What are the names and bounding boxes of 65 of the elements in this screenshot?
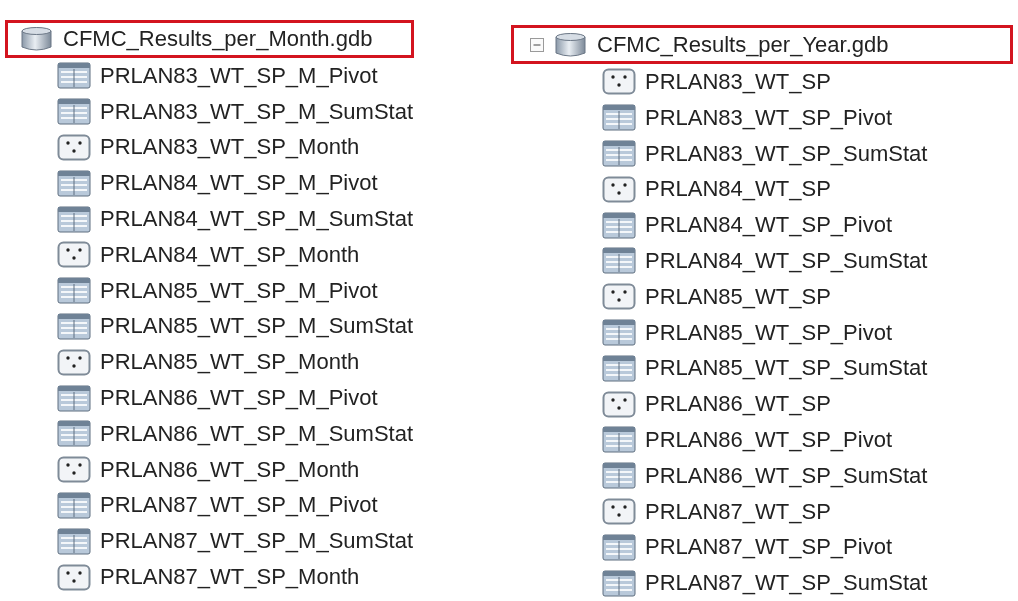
tree-item[interactable]: PRLAN83_WT_SP_Pivot [645,104,892,131]
tree-item[interactable]: PRLAN86_WT_SP [645,391,831,418]
table-icon [57,62,91,90]
points-icon [602,68,636,96]
points-icon [602,283,636,311]
tree-item[interactable]: PRLAN85_WT_SP_SumStat [645,355,928,382]
table-icon [602,211,636,239]
points-icon [602,175,636,203]
table-icon [57,420,91,448]
table-icon [57,277,91,305]
points-icon [57,348,91,376]
table-icon [57,491,91,519]
tree-item[interactable]: PRLAN84_WT_SP [645,176,831,203]
tree-item[interactable]: PRLAN86_WT_SP_SumStat [645,462,928,489]
tree-item[interactable]: PRLAN87_WT_SP_SumStat [645,570,928,597]
table-icon [602,462,636,490]
tree-item[interactable]: PRLAN84_WT_SP_M_SumStat [100,206,414,233]
tree-item[interactable]: PRLAN84_WT_SP_Month [100,241,360,268]
database-icon [554,31,587,58]
tree-item[interactable]: PRLAN87_WT_SP_M_SumStat [100,528,414,555]
tree-item[interactable]: PRLAN87_WT_SP_Month [100,564,360,591]
table-icon [57,169,91,197]
tree-item[interactable]: PRLAN85_WT_SP_Pivot [645,319,892,346]
tree-item[interactable]: PRLAN87_WT_SP [645,498,831,525]
table-icon [57,527,91,555]
points-icon [57,563,91,591]
tree-item[interactable]: PRLAN83_WT_SP [645,68,831,95]
tree-item[interactable]: PRLAN86_WT_SP_Pivot [645,426,892,453]
points-icon [57,134,91,161]
tree-item[interactable]: PRLAN85_WT_SP_Month [100,349,360,376]
tree-item[interactable]: PRLAN84_WT_SP_M_Pivot [100,170,378,197]
tree-item[interactable]: PRLAN84_WT_SP_SumStat [645,247,928,274]
table-icon [57,312,91,340]
table-icon [602,104,636,132]
tree-item[interactable]: PRLAN83_WT_SP_M_Pivot [100,62,378,89]
tree-item[interactable]: PRLAN83_WT_SP_M_SumStat [100,98,414,125]
table-icon [602,140,636,168]
points-icon [602,390,636,418]
tree-item[interactable]: PRLAN85_WT_SP [645,283,831,310]
table-icon [602,247,636,275]
table-icon [57,98,91,126]
tree-item[interactable]: PRLAN84_WT_SP_Pivot [645,212,892,239]
database-icon [20,26,53,52]
collapse-icon[interactable] [530,37,544,52]
tree-item[interactable]: PRLAN86_WT_SP_Month [100,456,360,483]
tree-item[interactable]: PRLAN83_WT_SP_Month [100,134,360,161]
geodatabase-name[interactable]: CFMC_Results_per_Month.gdb [63,26,373,52]
tree-item[interactable]: PRLAN85_WT_SP_M_Pivot [100,277,378,304]
table-icon [602,569,636,597]
tree-item[interactable]: PRLAN87_WT_SP_M_Pivot [100,492,378,519]
points-icon [602,498,636,525]
table-icon [57,384,91,412]
table-icon [602,533,636,561]
table-icon [57,205,91,233]
tree-item[interactable]: PRLAN87_WT_SP_Pivot [645,534,892,561]
geodatabase-name[interactable]: CFMC_Results_per_Year.gdb [597,31,889,58]
table-icon [602,354,636,382]
points-icon [57,241,91,269]
table-icon [602,426,636,454]
tree-item[interactable]: PRLAN83_WT_SP_SumStat [645,140,928,167]
tree-item[interactable]: PRLAN85_WT_SP_M_SumStat [100,313,414,340]
table-icon [602,319,636,346]
tree-item[interactable]: PRLAN86_WT_SP_M_Pivot [100,385,378,412]
points-icon [57,456,91,484]
tree-item[interactable]: PRLAN86_WT_SP_M_SumStat [100,420,414,447]
